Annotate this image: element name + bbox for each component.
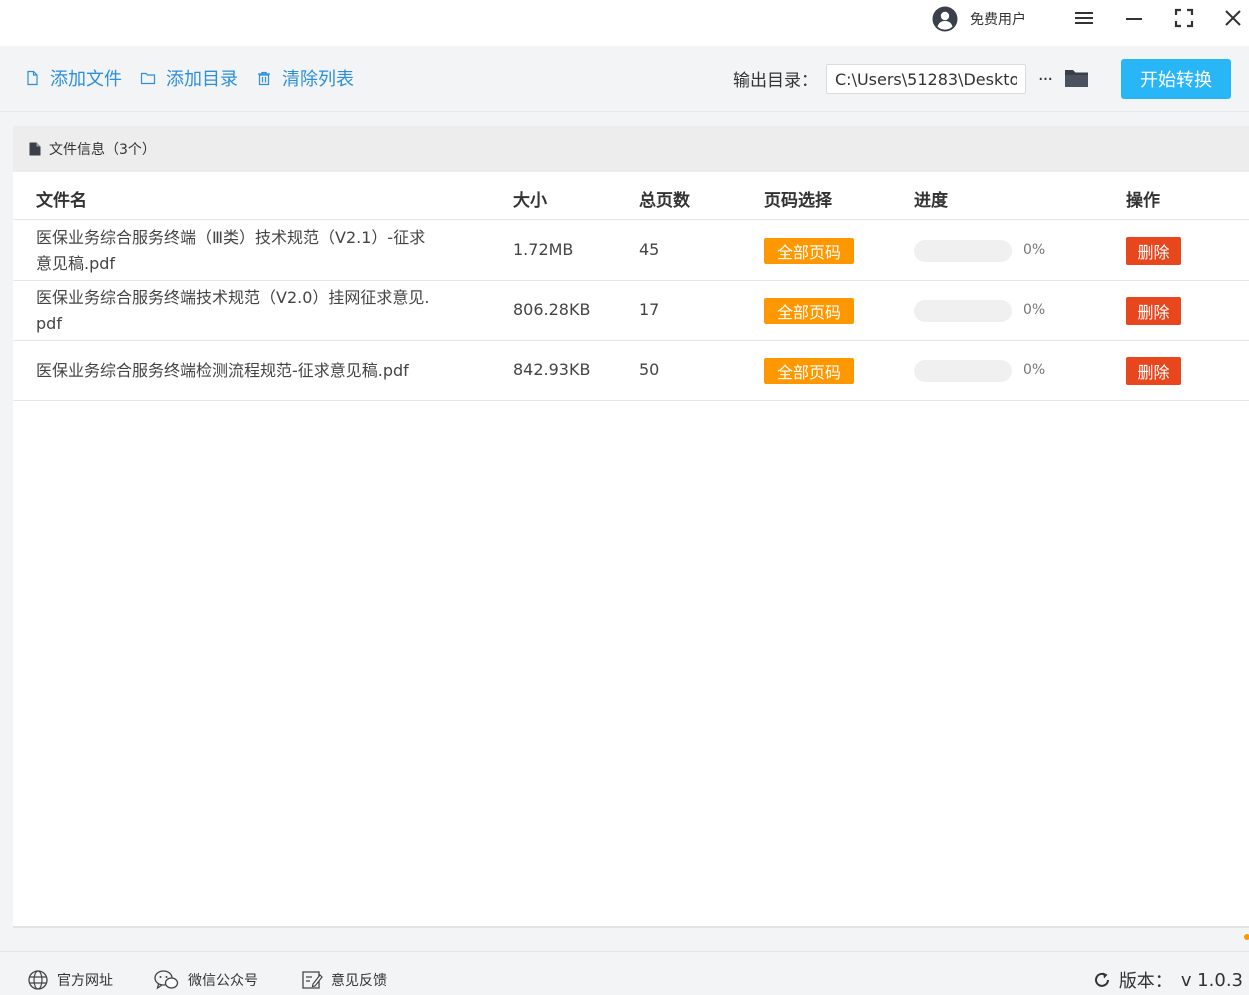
feedback-label: 意见反馈 [331, 973, 387, 989]
progress-bar [914, 360, 1012, 382]
close-button[interactable] [1219, 4, 1247, 32]
file-size: 842.93KB [513, 360, 591, 379]
delete-button[interactable]: 删除 [1126, 297, 1181, 325]
file-panel-header: 文件信息（3个） [13, 126, 1249, 172]
progress-text: 0% [1023, 302, 1046, 318]
notification-dot [1244, 934, 1249, 940]
folder-outline-icon [140, 72, 156, 85]
page-select-button[interactable]: 全部页码 [764, 238, 854, 264]
folder-icon [1065, 70, 1088, 87]
page-select-button[interactable]: 全部页码 [764, 298, 854, 324]
file-icon [27, 70, 38, 86]
file-name: 医保业务综合服务终端检测流程规范-征求意见稿.pdf [36, 358, 476, 384]
clear-list-button[interactable]: 清除列表 [256, 66, 354, 90]
panel-divider [13, 926, 1249, 928]
file-name-line: 医保业务综合服务终端（Ⅲ类）技术规范（V2.1）-征求 [36, 228, 426, 247]
column-header-name: 文件名 [36, 191, 87, 211]
official-website-link[interactable]: 官方网址 [27, 968, 113, 992]
footer: 官方网址 微信公众号 意见反馈 版本： v 1.0.3 [0, 951, 1249, 995]
page-count: 17 [639, 300, 660, 319]
file-name: 医保业务综合服务终端（Ⅲ类）技术规范（V2.1）-征求 意见稿.pdf [36, 225, 476, 277]
table-row: 医保业务综合服务终端检测流程规范-征求意见稿.pdf 842.93KB 50 全… [13, 341, 1249, 401]
version-value: v 1.0.3 [1180, 969, 1243, 991]
delete-button[interactable]: 删除 [1126, 357, 1181, 385]
file-count-title: 文件信息（3个） [49, 142, 156, 158]
file-size: 806.28KB [513, 300, 591, 319]
column-header-pages: 总页数 [639, 191, 690, 211]
file-name-line: 医保业务综合服务终端检测流程规范-征求意见稿.pdf [36, 361, 409, 380]
file-panel: 文件信息（3个） 文件名 大小 总页数 页码选择 进度 操作 医保业务综合服务终… [13, 126, 1249, 928]
table-row: 医保业务综合服务终端（Ⅲ类）技术规范（V2.1）-征求 意见稿.pdf 1.72… [13, 221, 1249, 281]
version-label: 版本： [1118, 971, 1173, 992]
output-dir-input[interactable] [826, 64, 1026, 94]
menu-icon [1075, 12, 1093, 24]
start-convert-button[interactable]: 开始转换 [1121, 59, 1231, 99]
add-file-button[interactable]: 添加文件 [24, 66, 122, 90]
version-info[interactable]: 版本： v 1.0.3 [1093, 968, 1243, 992]
add-directory-button[interactable]: 添加目录 [140, 66, 238, 90]
file-name-line: 医保业务综合服务终端技术规范（V2.0）挂网征求意见. [36, 288, 430, 307]
maximize-icon [1174, 8, 1194, 28]
add-file-label: 添加文件 [50, 69, 122, 90]
page-count: 45 [639, 240, 660, 259]
more-options-button[interactable]: ··· [1034, 68, 1056, 90]
progress-text: 0% [1023, 242, 1046, 258]
progress-text: 0% [1023, 362, 1046, 378]
title-bar: 免费用户 [0, 0, 1249, 46]
column-header-page-select: 页码选择 [764, 191, 832, 211]
maximize-button[interactable] [1170, 4, 1198, 32]
wechat-label: 微信公众号 [188, 973, 258, 989]
official-website-label: 官方网址 [57, 973, 113, 989]
table-row: 医保业务综合服务终端技术规范（V2.0）挂网征求意见. pdf 806.28KB… [13, 281, 1249, 341]
wechat-link[interactable]: 微信公众号 [153, 968, 258, 992]
user-avatar-icon [932, 6, 958, 32]
page-select-button[interactable]: 全部页码 [764, 358, 854, 384]
clear-list-label: 清除列表 [282, 69, 354, 90]
add-directory-label: 添加目录 [166, 69, 238, 90]
progress-bar [914, 300, 1012, 322]
refresh-icon [1094, 972, 1109, 987]
trash-icon [258, 71, 270, 86]
column-header-progress: 进度 [914, 191, 948, 211]
wechat-icon [154, 970, 179, 990]
file-name-line: 意见稿.pdf [36, 254, 116, 273]
toolbar: 添加文件 添加目录 清除列表 输出目录： ··· 开始转换 [0, 46, 1249, 112]
document-icon [29, 142, 41, 156]
table-header: 文件名 大小 总页数 页码选择 进度 操作 [13, 172, 1249, 220]
delete-button[interactable]: 删除 [1126, 237, 1181, 265]
globe-icon [28, 970, 48, 990]
file-size: 1.72MB [513, 240, 574, 259]
user-label: 免费用户 [970, 12, 1026, 28]
feedback-link[interactable]: 意见反馈 [301, 968, 387, 992]
column-header-size: 大小 [513, 191, 547, 211]
browse-folder-button[interactable] [1064, 66, 1090, 90]
page-count: 50 [639, 360, 660, 379]
minimize-button[interactable] [1120, 4, 1148, 32]
file-name: 医保业务综合服务终端技术规范（V2.0）挂网征求意见. pdf [36, 285, 476, 337]
close-icon [1225, 10, 1241, 26]
file-name-line: pdf [36, 314, 62, 333]
output-dir-label: 输出目录： [733, 71, 818, 91]
menu-button[interactable] [1070, 4, 1098, 32]
user-account[interactable]: 免费用户 [932, 6, 1026, 32]
feedback-icon [302, 971, 323, 989]
column-header-action: 操作 [1126, 191, 1160, 211]
progress-bar [914, 240, 1012, 262]
minimize-icon [1126, 18, 1142, 20]
